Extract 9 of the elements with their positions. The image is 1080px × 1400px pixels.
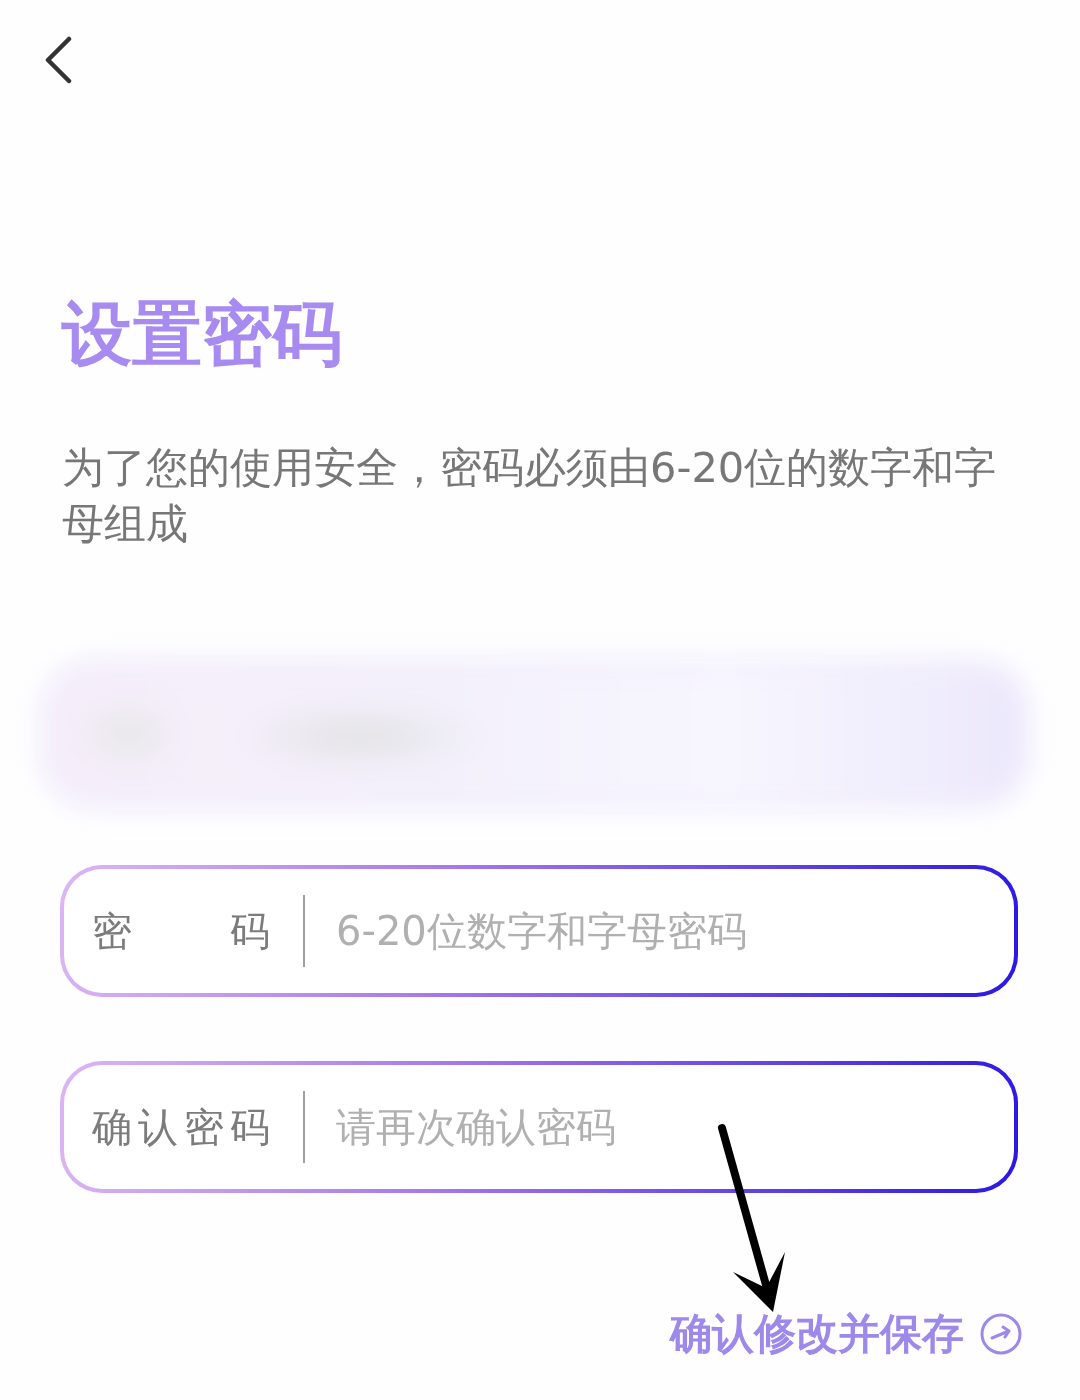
description-text: 为了您的使用安全，密码必须由6-20位的数字和字母组成 (62, 442, 998, 550)
field-label: 确认密码 (92, 1103, 270, 1151)
save-button[interactable]: 确认修改并保存 (670, 1309, 1022, 1360)
field-label: 密 码 (92, 907, 270, 955)
back-icon[interactable] (44, 36, 74, 84)
arrow-circle-icon (980, 1313, 1022, 1356)
password-input[interactable]: 请再次确认密码 (336, 1097, 984, 1157)
password-input[interactable]: 6-20位数字和字母密码 (336, 901, 984, 961)
page-title: 设置密码 (62, 292, 343, 376)
